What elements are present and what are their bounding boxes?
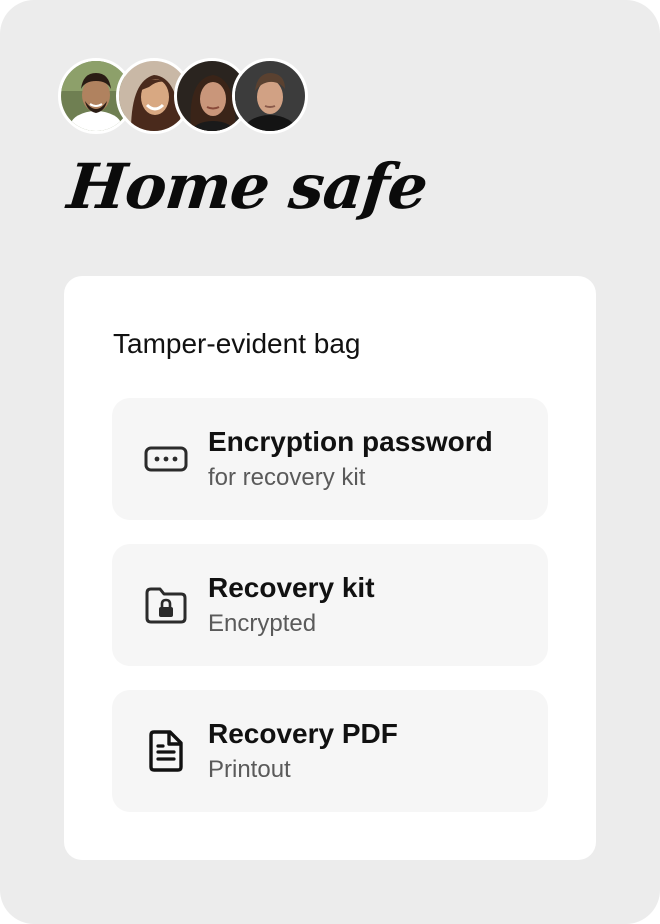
item-label: Recovery PDF	[208, 718, 398, 749]
avatar-group	[58, 58, 318, 134]
document-icon	[142, 730, 190, 772]
card-heading: Tamper-evident bag	[113, 328, 361, 359]
locked-folder-icon	[142, 584, 190, 626]
item-sublabel: Encrypted	[208, 610, 317, 637]
item-label: Encryption password	[208, 426, 493, 457]
list-item-recovery-pdf[interactable]: Recovery PDF Printout	[112, 690, 548, 812]
avatar-photo	[235, 61, 305, 131]
list-item-encryption-password[interactable]: Encryption password for recovery kit	[112, 398, 548, 520]
item-label: Recovery kit	[208, 572, 375, 603]
page-title: Home safe	[64, 150, 431, 223]
home-safe-panel: Home safe Tamper-evident bag Encryption …	[0, 0, 660, 924]
tamper-evident-bag-card: Tamper-evident bag Encryption password f…	[64, 276, 596, 860]
password-icon	[142, 438, 190, 480]
list-item-recovery-kit[interactable]: Recovery kit Encrypted	[112, 544, 548, 666]
item-sublabel: for recovery kit	[208, 464, 366, 491]
avatar	[232, 58, 308, 134]
item-sublabel: Printout	[208, 756, 291, 783]
